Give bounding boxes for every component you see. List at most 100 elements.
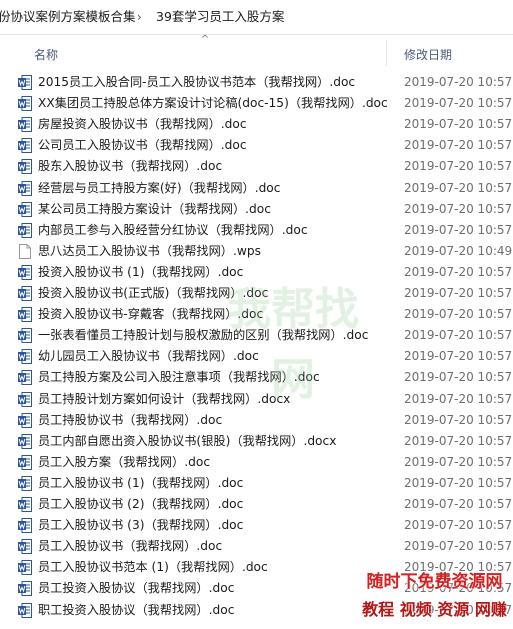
word-doc-icon: [18, 349, 32, 365]
file-name: 员工投资入股协议（我帮找网）.doc: [38, 581, 235, 596]
file-name: 思八达员工入股协议书（我帮找网）.wps: [38, 243, 261, 258]
file-row[interactable]: 员工持股方案及公司入股注意事项（我帮找网）.doc 2019-07-20 10:5…: [0, 367, 513, 388]
word-docx-icon: [18, 433, 32, 449]
file-row[interactable]: 员工入股协议书范本 (1)（我帮找网）.doc 2019-07-20 10:57: [0, 557, 513, 578]
blank-file-icon: [18, 243, 32, 259]
file-row[interactable]: 投资入股协议书-穿戴客（我帮找网）.doc 2019-07-20 10:57: [0, 304, 513, 325]
file-row[interactable]: 一张表看懂员工持股计划与股权激励的区别（我帮找网）.doc 2019-07-20 …: [0, 325, 513, 346]
word-doc-icon: [18, 286, 32, 301]
file-date-modified: 2019-07-20 10:57: [404, 370, 513, 385]
file-name: 员工持股方案及公司入股注意事项（我帮找网）.doc: [38, 370, 320, 385]
word-doc-icon: [18, 560, 32, 576]
file-name: 员工入股协议书 (1)（我帮找网）.doc: [38, 475, 244, 490]
word-doc-icon: [18, 75, 32, 90]
file-name: 房屋投资入股协议书（我帮找网）.doc: [38, 117, 247, 132]
file-date-modified: 2019-07-20 10:57: [404, 518, 513, 533]
file-date-modified: 2019-07-20 10:57: [404, 391, 513, 406]
word-doc-icon: [18, 307, 32, 323]
file-date-modified: 2019-07-20 10:57: [404, 222, 513, 237]
file-date-modified: 2019-07-20 10:57: [404, 581, 513, 596]
file-row[interactable]: 股东入股协议书（我帮找网）.doc 2019-07-20 10:57: [0, 156, 513, 177]
file-name: 某公司员工持股方案设计（我帮找网）.doc: [38, 201, 271, 216]
word-doc-icon: [18, 497, 32, 512]
file-date-modified: 2019-07-20 10:57: [404, 180, 513, 195]
file-name: 员工入股方案（我帮找网）.doc: [38, 454, 211, 469]
file-date-modified: 2019-07-20 10:57: [404, 117, 513, 132]
file-row[interactable]: 员工投资入股协议（我帮找网）.doc 2019-07-20 10:57: [0, 578, 513, 599]
file-row[interactable]: 员工持股计划方案如何设计（我帮找网）.docx 2019-07-20 10:57: [0, 389, 513, 410]
file-date-modified: 2019-07-20 10:57: [404, 75, 513, 89]
file-name: 股东入股协议书（我帮找网）.doc: [38, 159, 223, 174]
word-doc-icon: [18, 159, 32, 175]
sort-ascending-icon: ^: [200, 34, 210, 45]
file-name: 员工内部自愿出资入股协议书(银股)（我帮找网）.docx: [38, 433, 337, 448]
word-doc-icon: [18, 539, 32, 555]
word-doc-icon: [18, 138, 32, 154]
file-date-modified: 2019-07-20 10:57: [404, 96, 513, 111]
file-date-modified: 2019-07-20 10:57: [404, 454, 513, 469]
column-header-date-modified[interactable]: 修改日期: [404, 46, 452, 64]
file-date-modified: 2019-07-20 10:57: [404, 497, 513, 511]
word-doc-icon: [18, 117, 32, 133]
file-date-modified: 2019-07-20 10:57: [404, 560, 513, 575]
file-row[interactable]: 房屋投资入股协议书（我帮找网）.doc 2019-07-20 10:57: [0, 114, 513, 135]
word-doc-icon: [18, 222, 32, 238]
file-row[interactable]: 经营层与员工持股方案(好)（我帮找网）.doc 2019-07-20 10:57: [0, 178, 513, 199]
file-row[interactable]: 员工入股协议书 (1)（我帮找网）.doc 2019-07-20 10:57: [0, 473, 513, 494]
file-row[interactable]: 员工入股协议书（我帮找网）.doc 2019-07-20 10:57: [0, 536, 513, 557]
file-row[interactable]: 某公司员工持股方案设计（我帮找网）.doc 2019-07-20 10:57: [0, 199, 513, 220]
breadcrumb-parent-folder[interactable]: 份协议案例方案模板合集: [0, 0, 136, 34]
file-name: 员工入股协议书 (3)（我帮找网）.doc: [38, 518, 244, 533]
file-name: 员工入股协议书（我帮找网）.doc: [38, 539, 223, 554]
file-name: 幼儿园员工入股协议书（我帮找网）.doc: [38, 349, 259, 364]
file-row[interactable]: 内部员工参与入股经营分红协议（我帮找网）.doc 2019-07-20 10:57: [0, 220, 513, 241]
file-row[interactable]: 思八达员工入股协议书（我帮找网）.wps 2019-07-20 10:49: [0, 241, 513, 262]
file-date-modified: 2019-07-20 10:57: [404, 475, 513, 490]
file-row[interactable]: 幼儿园员工入股协议书（我帮找网）.doc 2019-07-20 10:57: [0, 346, 513, 367]
file-name: 投资入股协议书(正式版)（我帮找网）.doc: [38, 286, 269, 300]
word-doc-icon: [18, 518, 32, 534]
file-date-modified: 2019-07-20 10:57: [404, 602, 513, 617]
file-date-modified: 2019-07-20 10:57: [404, 286, 513, 300]
breadcrumb-separator-icon[interactable]: ›: [137, 0, 142, 34]
file-row[interactable]: XX集团员工持股总体方案设计讨论稿(doc-15)（我帮找网）.doc 2019-…: [0, 93, 513, 114]
file-name: 员工持股计划方案如何设计（我帮找网）.docx: [38, 391, 291, 406]
file-row[interactable]: 投资入股协议书 (1)（我帮找网）.doc 2019-07-20 10:57: [0, 262, 513, 283]
file-name: 经营层与员工持股方案(好)（我帮找网）.doc: [38, 180, 281, 195]
file-name: 公司员工入股协议书（我帮找网）.doc: [38, 138, 247, 153]
file-name: 投资入股协议书 (1)（我帮找网）.doc: [38, 264, 244, 279]
file-date-modified: 2019-07-20 10:57: [404, 201, 513, 216]
word-doc-icon: [18, 370, 32, 386]
file-date-modified: 2019-07-20 10:57: [404, 159, 513, 174]
word-docx-icon: [18, 391, 32, 407]
file-date-modified: 2019-07-20 10:57: [404, 138, 513, 153]
file-row[interactable]: 员工持股协议书（我帮找网）.doc 2019-07-20 10:57: [0, 410, 513, 431]
word-doc-icon: [18, 454, 32, 470]
file-row[interactable]: 投资入股协议书(正式版)（我帮找网）.doc 2019-07-20 10:57: [0, 283, 513, 304]
file-row[interactable]: 员工入股方案（我帮找网）.doc 2019-07-20 10:57: [0, 452, 513, 473]
file-row[interactable]: 员工内部自愿出资入股协议书(银股)（我帮找网）.docx 2019-07-20 1…: [0, 431, 513, 452]
file-row[interactable]: 职工投资入股协议（我帮找网）.doc 2019-07-20 10:57: [0, 600, 513, 621]
word-doc-icon: [18, 264, 32, 280]
file-date-modified: 2019-07-20 10:57: [404, 412, 513, 427]
column-header-name[interactable]: 名称: [34, 46, 58, 64]
file-date-modified: 2019-07-20 10:57: [404, 433, 513, 448]
file-date-modified: 2019-07-20 10:57: [404, 264, 513, 279]
word-doc-icon: [18, 180, 32, 196]
file-row[interactable]: 公司员工入股协议书（我帮找网）.doc 2019-07-20 10:57: [0, 135, 513, 156]
column-divider[interactable]: [386, 40, 387, 66]
word-doc-icon: [18, 201, 32, 217]
file-row[interactable]: 2015员工入股合同-员工入股协议书范本（我帮找网）.doc 2019-07-20…: [0, 72, 513, 93]
file-date-modified: 2019-07-20 10:57: [404, 349, 513, 364]
file-date-modified: 2019-07-20 10:57: [404, 307, 513, 322]
file-name: 2015员工入股合同-员工入股协议书范本（我帮找网）.doc: [38, 75, 356, 89]
file-name: 一张表看懂员工持股计划与股权激励的区别（我帮找网）.doc: [38, 328, 369, 343]
file-row[interactable]: 员工入股协议书 (2)（我帮找网）.doc 2019-07-20 10:57: [0, 494, 513, 515]
word-doc-icon: [18, 581, 32, 597]
file-row[interactable]: 员工入股协议书 (3)（我帮找网）.doc 2019-07-20 10:57: [0, 515, 513, 536]
file-date-modified: 2019-07-20 10:57: [404, 539, 513, 554]
file-name: 员工入股协议书 (2)（我帮找网）.doc: [38, 497, 244, 511]
word-doc-icon: [18, 412, 32, 428]
word-doc-icon: [18, 328, 32, 344]
breadcrumb-current-folder[interactable]: 39套学习员工入股方案: [156, 0, 284, 34]
